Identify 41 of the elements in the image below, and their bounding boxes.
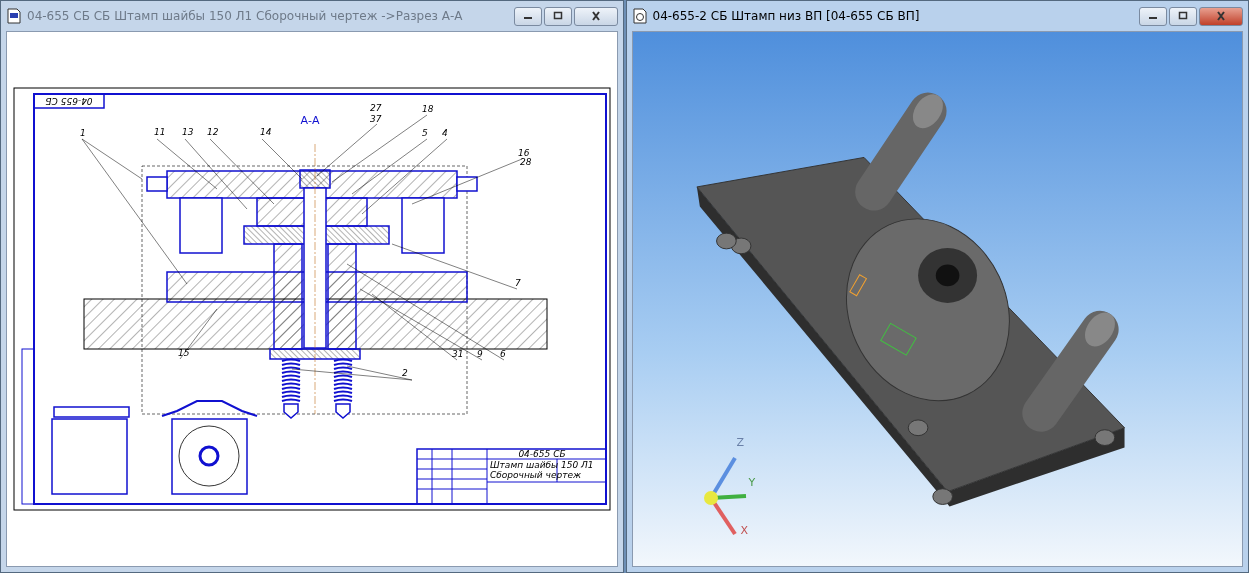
callout-number: 4 xyxy=(441,128,448,138)
minimize-button[interactable] xyxy=(1139,6,1167,26)
axis-triad-icon xyxy=(703,456,748,536)
callout-number: 37 xyxy=(369,114,382,124)
title-block-name: Штамп шайбы 150 Л1 xyxy=(489,460,594,470)
callout-number: 31 xyxy=(451,349,464,359)
callout-number: 28 xyxy=(519,157,532,167)
close-icon xyxy=(1215,11,1227,21)
maximize-icon xyxy=(1177,11,1189,21)
callout-number: 13 xyxy=(181,127,194,137)
callout-number: 2 xyxy=(401,368,408,378)
callout-number: 1 xyxy=(79,128,86,138)
callout-number: 14 xyxy=(259,127,272,137)
part-icon xyxy=(631,8,648,24)
callout-number: 6 xyxy=(499,349,506,359)
callout-number: 7 xyxy=(514,278,521,288)
close-button[interactable] xyxy=(573,6,618,26)
section-label: А-А xyxy=(300,114,320,127)
title-block-designation: 04-655 СБ xyxy=(518,449,566,459)
title-block-doc-type: Сборочный чертеж xyxy=(489,470,581,480)
callout-number: 27 xyxy=(369,103,382,113)
stamp-text: 04-655 СБ xyxy=(45,96,93,106)
close-button[interactable] xyxy=(1199,6,1243,26)
axis-label: X xyxy=(740,525,749,536)
callout-number: 15 xyxy=(177,348,190,358)
callout-number: 12 xyxy=(206,127,219,137)
axis-label: Z xyxy=(736,437,745,448)
callout-number: 16 xyxy=(517,148,530,158)
maximize-icon xyxy=(551,11,564,21)
maximize-button[interactable] xyxy=(1169,6,1197,26)
close-icon xyxy=(589,11,602,21)
callout-number: 18 xyxy=(421,104,434,114)
axis-label: Y xyxy=(748,477,756,488)
maximize-button[interactable] xyxy=(543,6,572,26)
window-title: 04-655 СБ СБ Штамп шайбы 150 Л1 Сборочный чертеж ->Разрез А-А xyxy=(27,9,464,23)
window-title: 04-655-2 СБ Штамп низ ВП [04-655 СБ ВП] xyxy=(652,9,921,23)
document-icon xyxy=(6,8,22,24)
minimize-button[interactable] xyxy=(513,6,542,26)
callout-number: 5 xyxy=(421,128,428,138)
callout-number: 11 xyxy=(153,127,166,137)
callout-number: 9 xyxy=(476,349,483,359)
